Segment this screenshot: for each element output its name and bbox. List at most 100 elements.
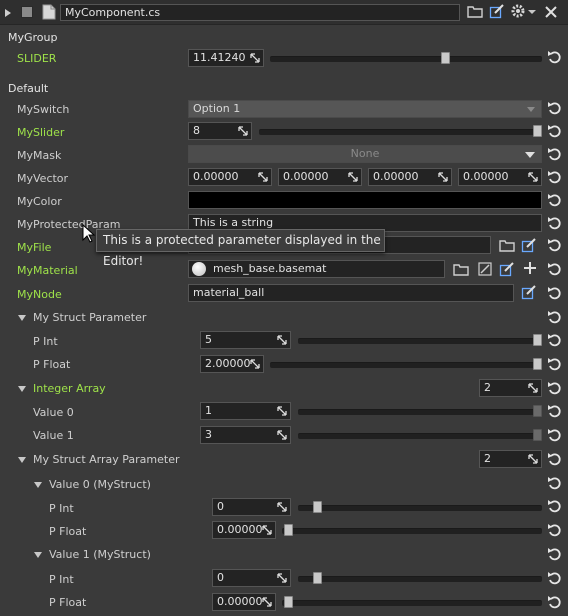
reset-icon[interactable] [547, 215, 563, 231]
integer-array-count-field[interactable]: 2 [479, 379, 542, 397]
drag-arrows-icon[interactable] [438, 172, 448, 182]
reset-icon[interactable] [547, 285, 563, 301]
reset-icon[interactable] [547, 427, 563, 443]
mymaterial-field[interactable]: mesh_base.basemat [188, 260, 445, 278]
expand-arrow-icon[interactable] [18, 457, 26, 463]
enable-checkbox[interactable] [21, 6, 33, 18]
myvector-y-field[interactable]: 0.00000 [278, 168, 362, 186]
structarray-value1-pint-track[interactable] [298, 576, 542, 582]
drag-arrows-icon[interactable] [250, 359, 260, 369]
drag-arrows-icon[interactable] [277, 430, 287, 440]
struct-pint-field[interactable]: 5 [200, 331, 291, 349]
folder-icon[interactable] [453, 262, 469, 276]
reset-icon[interactable] [547, 570, 563, 586]
reset-icon[interactable] [547, 498, 563, 514]
reset-icon[interactable] [547, 356, 563, 372]
structarray-value0-pfloat-handle[interactable] [284, 524, 293, 536]
reset-icon[interactable] [547, 309, 563, 325]
mycolor-swatch[interactable] [188, 191, 542, 209]
folder-icon[interactable] [499, 238, 515, 252]
struct-pint-track[interactable] [298, 338, 542, 344]
edit-icon[interactable] [489, 3, 505, 19]
structarray-value1-pint-handle[interactable] [313, 572, 322, 584]
structarray-value0-pint-handle[interactable] [313, 501, 322, 513]
drag-arrows-icon[interactable] [528, 454, 538, 464]
collapse-arrow-icon[interactable] [5, 9, 11, 17]
plus-icon[interactable] [523, 261, 537, 275]
reset-icon[interactable] [547, 475, 563, 491]
structarray-value0-pfloat-track[interactable] [282, 528, 542, 534]
reset-icon[interactable] [547, 261, 563, 277]
slider-value-field[interactable]: 11.41240 [188, 49, 264, 67]
reset-icon[interactable] [547, 522, 563, 538]
myvector-z-field[interactable]: 0.00000 [368, 168, 452, 186]
drag-arrows-icon[interactable] [238, 126, 248, 136]
drag-arrows-icon[interactable] [250, 53, 260, 63]
structarray-value1-pfloat-field[interactable]: 0.00000 [212, 593, 276, 611]
expand-arrow-icon[interactable] [18, 386, 26, 392]
intarray-value1-handle[interactable] [533, 429, 542, 441]
drag-arrows-icon[interactable] [348, 172, 358, 182]
intarray-value0-track[interactable] [298, 409, 542, 415]
myswitch-dropdown[interactable]: Option 1 [188, 100, 542, 118]
struct-array-count-field[interactable]: 2 [479, 450, 542, 468]
folder-icon[interactable] [467, 4, 483, 18]
reset-icon[interactable] [547, 332, 563, 348]
myslider-track[interactable] [259, 129, 542, 135]
drag-arrows-icon[interactable] [528, 172, 538, 182]
reset-icon[interactable] [547, 546, 563, 562]
drag-arrows-icon[interactable] [277, 406, 287, 416]
myvector-x-field[interactable]: 0.00000 [188, 168, 272, 186]
reset-icon[interactable] [547, 451, 563, 467]
expand-arrow-icon[interactable] [34, 482, 42, 488]
reset-icon[interactable] [547, 380, 563, 396]
intarray-value1-field[interactable]: 3 [200, 426, 291, 444]
close-icon[interactable] [544, 5, 558, 19]
expand-arrow-icon[interactable] [18, 315, 26, 321]
edit-icon[interactable] [521, 237, 537, 253]
reset-icon[interactable] [547, 403, 563, 419]
drag-arrows-icon[interactable] [262, 597, 272, 607]
myslider-value-field[interactable]: 8 [188, 122, 252, 140]
structarray-value1-pfloat-track[interactable] [282, 600, 542, 606]
slider-handle[interactable] [440, 52, 450, 64]
drag-arrows-icon[interactable] [277, 573, 287, 583]
drag-arrows-icon[interactable] [258, 172, 268, 182]
reset-icon[interactable] [547, 169, 563, 185]
material-link-icon[interactable] [477, 261, 493, 277]
reset-icon[interactable] [547, 146, 563, 162]
struct-pfloat-track[interactable] [270, 362, 542, 368]
chevron-down-icon[interactable] [528, 10, 536, 14]
reset-icon[interactable] [547, 49, 563, 65]
expand-arrow-icon[interactable] [34, 552, 42, 558]
drag-arrows-icon[interactable] [277, 335, 287, 345]
component-name-field[interactable]: MyComponent.cs [60, 4, 460, 21]
reset-icon[interactable] [547, 100, 563, 116]
mynode-field[interactable]: material_ball [188, 284, 514, 302]
structarray-value1-pfloat-handle[interactable] [284, 596, 293, 608]
drag-arrows-icon[interactable] [262, 525, 272, 535]
intarray-value1-track[interactable] [298, 433, 542, 439]
reset-icon[interactable] [547, 237, 563, 253]
myslider-handle[interactable] [533, 125, 542, 137]
myvector-w-field[interactable]: 0.00000 [458, 168, 542, 186]
reset-icon[interactable] [547, 594, 563, 610]
intarray-value0-field[interactable]: 1 [200, 402, 291, 420]
structarray-value0-pint-field[interactable]: 0 [212, 498, 291, 516]
gear-icon[interactable] [510, 3, 526, 19]
structarray-value0-pint-track[interactable] [298, 505, 542, 511]
reset-icon[interactable] [547, 123, 563, 139]
reset-icon[interactable] [547, 192, 563, 208]
structarray-value0-pfloat-field[interactable]: 0.00000 [212, 521, 276, 539]
mymask-dropdown[interactable]: None [188, 145, 542, 163]
structarray-value1-pint-field[interactable]: 0 [212, 569, 291, 587]
edit-icon[interactable] [521, 284, 537, 300]
drag-arrows-icon[interactable] [277, 502, 287, 512]
edit-icon[interactable] [499, 261, 515, 277]
intarray-value0-handle[interactable] [533, 405, 542, 417]
slider-track[interactable] [270, 56, 542, 62]
struct-pfloat-field[interactable]: 2.00000 [200, 355, 264, 373]
struct-pfloat-handle[interactable] [533, 358, 542, 370]
struct-pint-handle[interactable] [533, 334, 542, 346]
drag-arrows-icon[interactable] [528, 383, 538, 393]
